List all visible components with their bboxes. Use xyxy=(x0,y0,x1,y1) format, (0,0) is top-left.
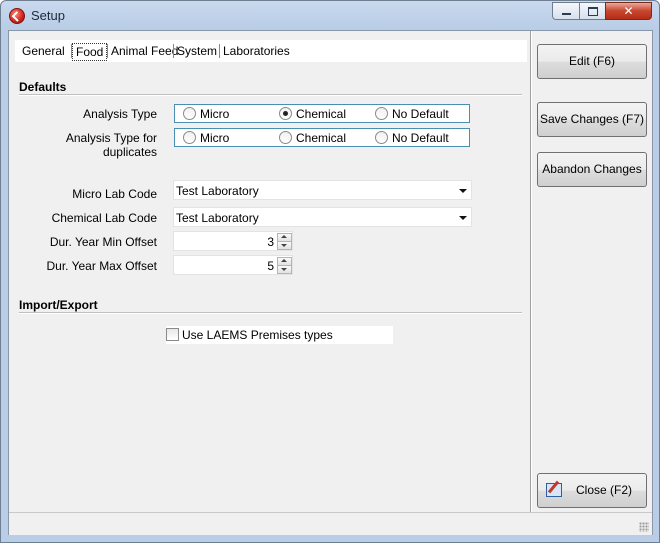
radio-icon xyxy=(183,131,196,144)
radio-checked-icon xyxy=(279,107,292,120)
duplicates-chemical-radio[interactable]: Chemical xyxy=(279,131,346,145)
tab-food[interactable]: Food xyxy=(72,43,108,61)
close-window-button[interactable]: ✕ xyxy=(605,2,652,20)
abandon-changes-button[interactable]: Abandon Changes xyxy=(537,152,647,187)
duplicates-micro-radio[interactable]: Micro xyxy=(183,131,229,145)
analysis-type-radio-group: Micro Chemical No Default xyxy=(174,104,470,123)
chemical-lab-code-value: Test Laboratory xyxy=(176,211,259,225)
stepper-down-icon[interactable] xyxy=(277,241,292,250)
title-bar[interactable]: Setup ✕ xyxy=(1,1,659,29)
minimize-icon xyxy=(553,3,579,19)
duplicates-no-default-radio[interactable]: No Default xyxy=(375,131,449,145)
radio-icon xyxy=(183,107,196,120)
close-icon: ✕ xyxy=(623,4,634,18)
status-bar xyxy=(9,512,652,535)
close-button-label: Close (F2) xyxy=(575,483,632,497)
radio-label: No Default xyxy=(392,107,449,121)
analysis-type-label: Analysis Type xyxy=(83,107,157,121)
dur-year-max-offset-label: Dur. Year Max Offset xyxy=(46,259,157,273)
edit-button[interactable]: Edit (F6) xyxy=(537,44,647,79)
analysis-type-duplicates-label: Analysis Type for duplicates xyxy=(65,131,157,159)
radio-label: Chemical xyxy=(296,131,347,145)
tab-system[interactable]: System xyxy=(174,43,220,59)
stepper-buttons xyxy=(277,233,292,250)
radio-label: Micro xyxy=(200,107,230,121)
maximize-button[interactable] xyxy=(579,2,606,20)
use-laems-premises-label: Use LAEMS Premises types xyxy=(182,328,333,342)
defaults-section-title: Defaults xyxy=(19,80,67,94)
close-button[interactable]: Close (F2) xyxy=(537,473,647,508)
tab-laboratories[interactable]: Laboratories xyxy=(220,43,293,59)
maximize-icon xyxy=(580,3,605,19)
section-divider xyxy=(19,94,522,96)
micro-lab-code-select[interactable]: Test Laboratory xyxy=(173,180,472,200)
radio-icon xyxy=(375,131,388,144)
dur-year-max-offset-stepper[interactable]: 5 xyxy=(173,255,293,275)
app-logo-icon xyxy=(9,8,25,24)
setup-window: Setup ✕ General Food Animal Feed System … xyxy=(0,0,660,543)
chemical-lab-code-label: Chemical Lab Code xyxy=(51,211,157,225)
tab-bar: General Food Animal Feed System Laborato… xyxy=(15,40,527,62)
radio-label: No Default xyxy=(392,131,449,145)
radio-icon xyxy=(375,107,388,120)
client-area: General Food Animal Feed System Laborato… xyxy=(8,30,653,535)
micro-lab-code-value: Test Laboratory xyxy=(176,184,259,198)
dur-year-min-offset-label: Dur. Year Min Offset xyxy=(49,235,157,249)
dur-year-min-offset-stepper[interactable]: 3 xyxy=(173,231,293,251)
radio-icon xyxy=(279,131,292,144)
settings-panel: General Food Animal Feed System Laborato… xyxy=(9,31,530,512)
save-changes-button-label: Save Changes (F7) xyxy=(539,112,645,126)
chemical-lab-code-select[interactable]: Test Laboratory xyxy=(173,207,472,227)
save-changes-button[interactable]: Save Changes (F7) xyxy=(537,102,647,137)
analysis-type-micro-radio[interactable]: Micro xyxy=(183,107,229,121)
stepper-buttons xyxy=(277,257,292,274)
edit-form-icon xyxy=(546,483,562,497)
import-export-section-title: Import/Export xyxy=(19,298,98,312)
analysis-type-chemical-radio[interactable]: Chemical xyxy=(279,107,346,121)
dur-year-max-offset-value: 5 xyxy=(267,259,274,273)
analysis-type-no-default-radio[interactable]: No Default xyxy=(375,107,449,121)
use-laems-premises-checkbox[interactable]: Use LAEMS Premises types xyxy=(166,326,393,344)
checkbox-icon[interactable] xyxy=(166,328,179,341)
window-title: Setup xyxy=(31,8,65,23)
action-panel: Edit (F6) Save Changes (F7) Abandon Chan… xyxy=(532,31,652,512)
radio-label: Micro xyxy=(200,131,230,145)
chevron-down-icon[interactable] xyxy=(459,189,467,193)
dur-year-min-offset-value: 3 xyxy=(267,235,274,249)
chevron-down-icon[interactable] xyxy=(459,216,467,220)
edit-button-label: Edit (F6) xyxy=(568,54,615,68)
stepper-down-icon[interactable] xyxy=(277,265,292,274)
analysis-type-duplicates-radio-group: Micro Chemical No Default xyxy=(174,128,470,147)
minimize-button[interactable] xyxy=(552,2,580,20)
resize-grip-icon[interactable] xyxy=(639,522,649,532)
micro-lab-code-label: Micro Lab Code xyxy=(72,187,157,201)
radio-label: Chemical xyxy=(296,107,347,121)
abandon-changes-button-label: Abandon Changes xyxy=(542,162,642,176)
section-divider xyxy=(19,312,522,314)
tab-animal-feed[interactable]: Animal Feed xyxy=(108,43,181,59)
tab-general[interactable]: General xyxy=(19,43,68,59)
